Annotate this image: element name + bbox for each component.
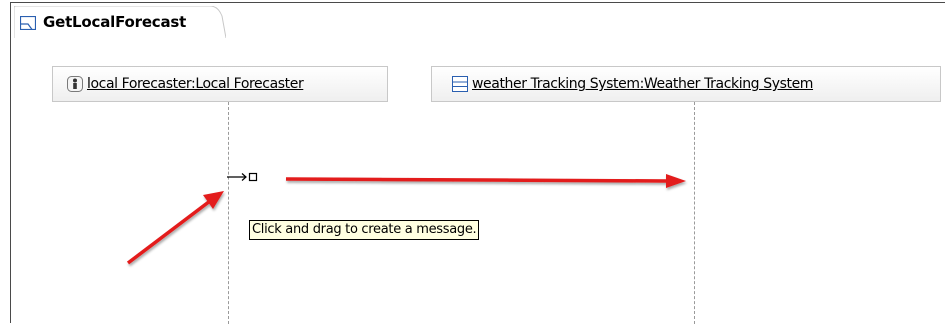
- annotation-overlay: [126, 172, 686, 265]
- red-arrow-diagonal: [126, 191, 224, 265]
- message-create-cursor-icon: [227, 172, 258, 182]
- tooltip: Click and drag to create a message.: [249, 220, 480, 240]
- red-arrow-horizontal: [285, 174, 686, 188]
